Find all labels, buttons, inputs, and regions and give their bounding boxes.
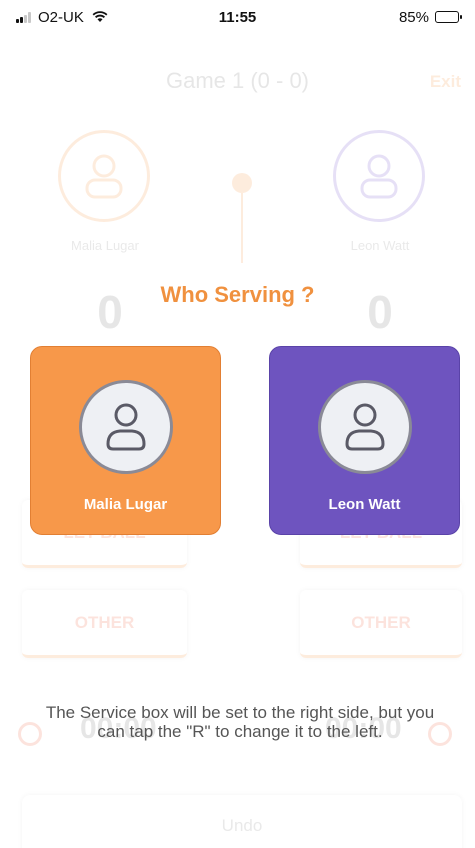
card-player-name: Leon Watt	[328, 496, 401, 513]
player-avatar	[317, 380, 412, 474]
serve-select-card-leon[interactable]: Leon Watt	[269, 346, 460, 535]
who-serving-modal: Who Serving ? Malia Lugar Leon Watt The …	[0, 0, 475, 848]
status-left: O2-UK	[16, 9, 108, 26]
service-box-info: The Service box will be set to the right…	[45, 703, 435, 741]
wifi-icon	[92, 11, 108, 22]
status-right: 85%	[398, 8, 462, 26]
user-icon	[344, 403, 385, 451]
player-avatar	[78, 380, 173, 474]
card-player-name: Malia Lugar	[83, 496, 168, 513]
clock: 11:55	[218, 8, 257, 26]
modal-title: Who Serving ?	[160, 282, 315, 307]
status-bar: O2-UK 11:55 85%	[0, 0, 475, 34]
signal-icon	[16, 11, 31, 23]
serve-select-card-malia[interactable]: Malia Lugar	[30, 346, 221, 535]
carrier-label: O2-UK	[38, 8, 84, 26]
user-icon	[105, 403, 146, 451]
battery-icon	[435, 11, 462, 23]
battery-percent: 85%	[398, 8, 429, 26]
